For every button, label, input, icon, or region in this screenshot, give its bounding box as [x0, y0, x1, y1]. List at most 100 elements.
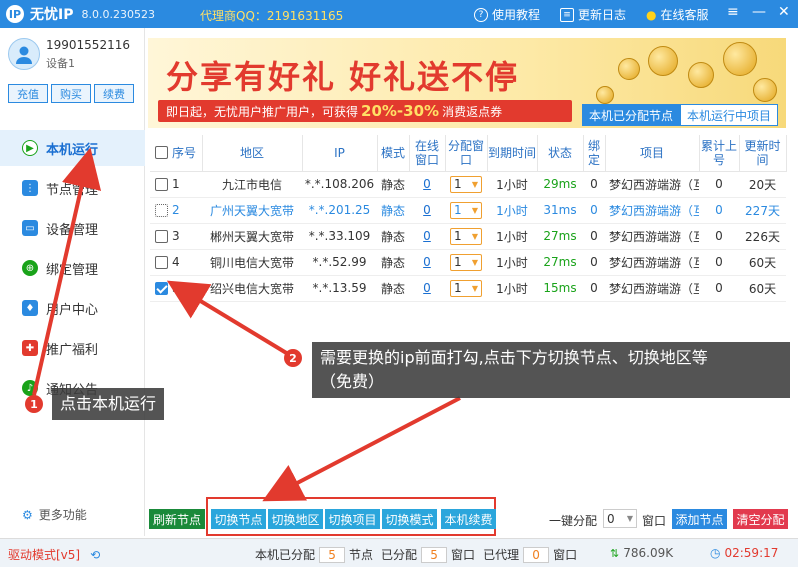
- cell-expire: 1小时: [487, 223, 537, 250]
- cell-update: 60天: [739, 275, 786, 302]
- minimize-icon[interactable]: —: [752, 4, 766, 20]
- nav-label: 设备管理: [46, 222, 99, 238]
- cell-update: 20天: [739, 171, 786, 198]
- row-checkbox[interactable]: [155, 281, 168, 295]
- nav-item-user-center[interactable]: ♦ 用户中心: [0, 290, 145, 326]
- switch-mode-button[interactable]: 切换模式: [382, 509, 437, 529]
- refresh-icon[interactable]: ⟲: [90, 548, 100, 562]
- header-mode[interactable]: 模式: [377, 135, 410, 172]
- switch-node-button[interactable]: 切换节点: [211, 509, 266, 529]
- cell-online[interactable]: 0: [409, 249, 445, 276]
- header-status[interactable]: 状态: [537, 135, 584, 172]
- switch-project-button[interactable]: 切换项目: [325, 509, 380, 529]
- one-click-select[interactable]: 0 ▼: [603, 509, 637, 528]
- header-bind[interactable]: 绑定: [583, 135, 606, 172]
- cell-ip: *.*.108.206: [302, 171, 377, 198]
- header-count[interactable]: 累计上号: [699, 135, 740, 172]
- alloc-select[interactable]: 1 ▼: [450, 201, 482, 219]
- tutorial-button[interactable]: ? 使用教程: [474, 6, 540, 23]
- nav-item-local-run[interactable]: ▶ 本机运行: [0, 130, 145, 166]
- seq-value: 2: [172, 203, 180, 217]
- clear-allocation-button[interactable]: 清空分配: [733, 509, 788, 529]
- cell-online[interactable]: 0: [409, 275, 445, 302]
- seq-value: 3: [172, 229, 180, 243]
- row-checkbox[interactable]: [155, 229, 168, 243]
- title-bar: IP 无忧IP 8.0.0.230523 代理商QQ：2191631165 ? …: [0, 0, 798, 28]
- header-online[interactable]: 在线窗口: [409, 135, 446, 172]
- cell-region: 广州天翼大宽带: [202, 197, 302, 224]
- online-link[interactable]: 0: [423, 281, 431, 295]
- header-project[interactable]: 项目: [605, 135, 700, 172]
- user-device: 设备1: [46, 57, 75, 70]
- online-link[interactable]: 0: [423, 255, 431, 269]
- online-link[interactable]: 0: [423, 177, 431, 191]
- cell-expire: 1小时: [487, 197, 537, 224]
- tab-running-projects[interactable]: 本机运行中项目: [680, 104, 779, 126]
- user-icon: ♦: [22, 300, 38, 316]
- cell-online[interactable]: 0: [409, 197, 445, 224]
- arrow-to-buttons: [262, 396, 461, 502]
- renew-button[interactable]: 续费: [94, 84, 134, 103]
- header-alloc[interactable]: 分配窗口: [445, 135, 488, 172]
- online-link[interactable]: 0: [423, 229, 431, 243]
- cell-mode: 静态: [377, 249, 409, 276]
- alloc-select[interactable]: 1 ▼: [450, 227, 482, 245]
- recharge-button[interactable]: 充值: [8, 84, 48, 103]
- chevron-down-icon: ▼: [626, 514, 633, 523]
- cell-alloc: 1 ▼: [445, 197, 487, 224]
- cell-bind: 0: [583, 171, 605, 198]
- alloc-select[interactable]: 1 ▼: [450, 279, 482, 297]
- avatar[interactable]: [8, 38, 40, 70]
- support-button[interactable]: ● 在线客服: [646, 6, 709, 23]
- row-checkbox[interactable]: [155, 177, 168, 191]
- nav-item-bind-manage[interactable]: ⊕ 绑定管理: [0, 250, 145, 286]
- header-seq[interactable]: 序号: [150, 135, 203, 172]
- header-update[interactable]: 更新时间: [739, 135, 787, 172]
- window-label: 窗口: [553, 548, 578, 562]
- changelog-label: 更新日志: [578, 8, 627, 22]
- user-panel: 19901552116 设备1: [8, 38, 130, 71]
- support-label: 在线客服: [660, 8, 709, 22]
- step-badge-2: 2: [284, 349, 302, 367]
- cell-bind: 0: [583, 197, 605, 224]
- table-row[interactable]: 2 广州天翼大宽带 *.*.201.25 静态 0 1 ▼ 1小时 31ms 0 梦幻西游端游（互 0…: [150, 197, 786, 224]
- alloc-select[interactable]: 1 ▼: [450, 253, 482, 271]
- cell-online[interactable]: 0: [409, 171, 445, 198]
- row-checkbox[interactable]: [155, 255, 168, 269]
- header-ip[interactable]: IP: [302, 135, 378, 172]
- local-renew-button[interactable]: 本机续费: [441, 509, 496, 529]
- more-features-button[interactable]: ⚙ 更多功能: [22, 506, 87, 523]
- nav-item-device-manage[interactable]: ▭ 设备管理: [0, 210, 145, 246]
- banner-strip-suffix: 消费返点券: [442, 104, 503, 119]
- add-node-button[interactable]: 添加节点: [672, 509, 727, 529]
- table-row[interactable]: 3 郴州天翼大宽带 *.*.33.109 静态 0 1 ▼ 1小时 27ms 0 梦幻西游端游（互 0…: [150, 223, 786, 250]
- select-all-checkbox[interactable]: [155, 146, 168, 160]
- refresh-nodes-button[interactable]: 刷新节点: [149, 509, 205, 529]
- cell-region: 铜川电信大宽带: [202, 249, 302, 276]
- cell-seq: 3: [150, 223, 202, 250]
- window-label: 窗口: [642, 514, 667, 528]
- buy-button[interactable]: 购买: [51, 84, 91, 103]
- table-row[interactable]: 1 九江市电信 *.*.108.206 静态 0 1 ▼ 1小时 29ms 0 梦幻西游端游（互 0 2…: [150, 171, 786, 198]
- online-link[interactable]: 0: [423, 203, 431, 217]
- assigned-nodes-value: 5: [319, 546, 346, 563]
- alloc-select[interactable]: 1 ▼: [450, 175, 482, 193]
- cell-bind: 0: [583, 275, 605, 302]
- table-row[interactable]: 5 绍兴电信大宽带 *.*.13.59 静态 0 1 ▼ 1小时 15ms 0 梦幻西游端游（互 0 6…: [150, 275, 786, 302]
- cell-online[interactable]: 0: [409, 223, 445, 250]
- tab-assigned-nodes[interactable]: 本机已分配节点: [582, 104, 681, 126]
- driver-mode[interactable]: 驱动模式[v5] ⟲: [8, 546, 100, 563]
- header-region[interactable]: 地区: [202, 135, 303, 172]
- switch-region-button[interactable]: 切换地区: [268, 509, 323, 529]
- header-expire[interactable]: 到期时间: [487, 135, 538, 172]
- alloc-value: 1: [454, 177, 462, 191]
- table-row[interactable]: 4 铜川电信大宽带 *.*.52.99 静态 0 1 ▼ 1小时 27ms 0 梦幻西游端游（互 0 6…: [150, 249, 786, 276]
- cell-seq: 2: [150, 197, 202, 224]
- menu-icon[interactable]: ≡: [727, 4, 739, 20]
- nav-item-node-manage[interactable]: ⋮ 节点管理: [0, 170, 145, 206]
- one-click-label: 一键分配: [549, 514, 598, 528]
- row-checkbox[interactable]: [155, 203, 168, 217]
- nav-item-promotion[interactable]: ✚ 推广福利: [0, 330, 145, 366]
- changelog-button[interactable]: ≡ 更新日志: [560, 6, 626, 23]
- close-icon[interactable]: ✕: [778, 4, 790, 20]
